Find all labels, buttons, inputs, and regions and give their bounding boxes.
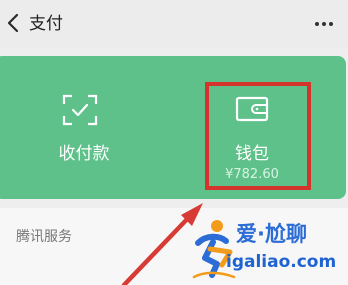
receive-payment-label: 收付款	[58, 144, 110, 164]
watermark-brand: 爱·尬聊	[236, 222, 307, 246]
receive-payment-button[interactable]: 收付款	[0, 56, 168, 199]
top-bar: 支付	[0, 0, 348, 48]
wallet-balance: ¥782.60	[225, 167, 279, 182]
scan-icon	[62, 94, 98, 126]
watermark-domain: igaliao.com	[226, 252, 337, 272]
page-title: 支付	[29, 14, 63, 34]
watermark: 爱·尬聊 igaliao.com	[188, 215, 338, 281]
wallet-icon	[235, 96, 269, 122]
pay-card: 收付款 钱包 ¥782.60	[0, 56, 346, 199]
wallet-button[interactable]: 钱包 ¥782.60	[174, 56, 340, 199]
wallet-label: 钱包	[235, 144, 269, 164]
chevron-left-icon[interactable]	[4, 12, 24, 34]
more-horizontal-icon[interactable]	[313, 14, 335, 34]
section-label-tencent-services: 腾讯服务	[16, 229, 72, 245]
